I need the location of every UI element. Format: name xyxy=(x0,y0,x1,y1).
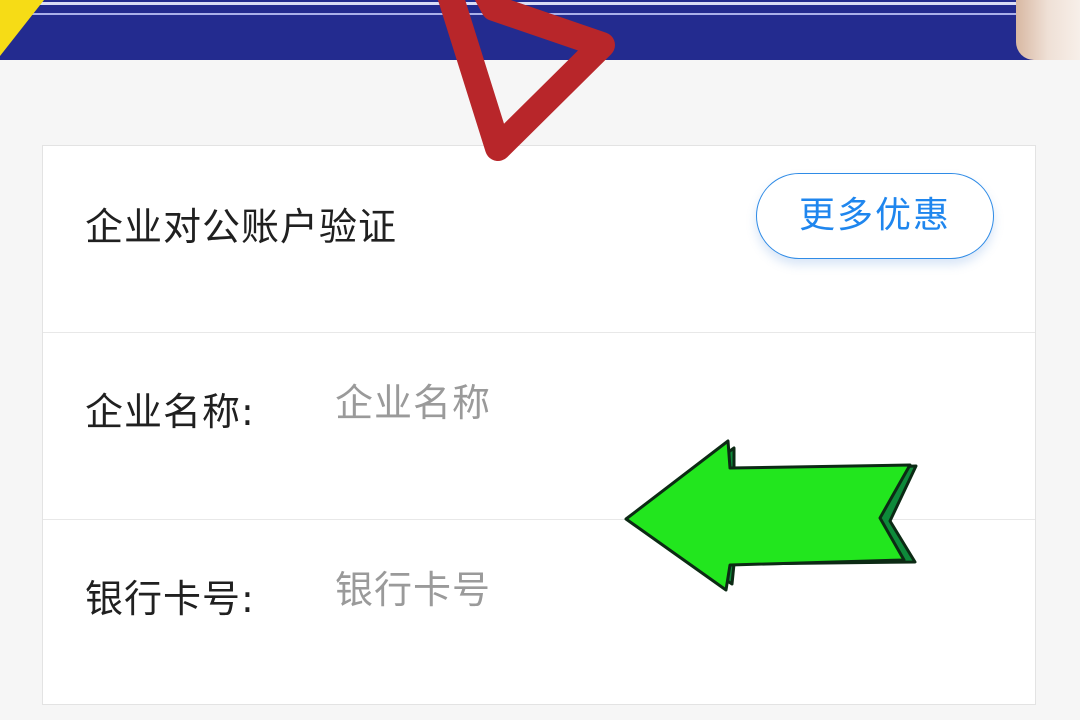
banner-stripe xyxy=(0,13,1080,15)
banner-stripe xyxy=(0,2,1080,5)
banner-yellow-accent xyxy=(0,0,44,56)
verification-card: 企业对公账户验证 更多优惠 企业名称: 银行卡号: xyxy=(42,145,1036,705)
banner-person-image xyxy=(1016,0,1080,60)
bank-card-input[interactable] xyxy=(335,560,895,620)
promo-banner[interactable] xyxy=(0,0,1080,60)
company-name-input[interactable] xyxy=(335,373,895,433)
card-header: 企业对公账户验证 更多优惠 xyxy=(43,146,1035,333)
bank-card-row: 银行卡号: xyxy=(43,520,1035,720)
company-name-label: 企业名称: xyxy=(85,390,255,434)
bank-card-label: 银行卡号: xyxy=(85,577,255,621)
card-title: 企业对公账户验证 xyxy=(85,205,398,249)
more-offers-button[interactable]: 更多优惠 xyxy=(756,173,994,259)
company-name-row: 企业名称: xyxy=(43,333,1035,520)
